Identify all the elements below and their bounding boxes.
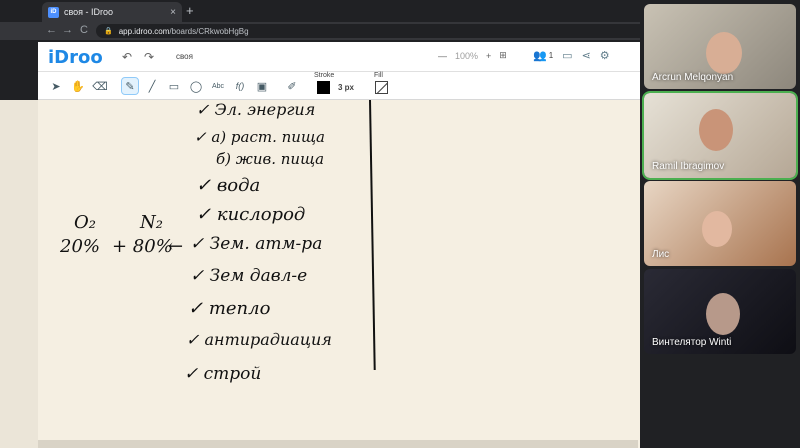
zoom-value[interactable]: 100% [455,51,478,61]
idroo-logo[interactable]: iDroo [48,47,103,68]
handwritten-arrow-icon: ← [168,236,184,257]
board-item-2: ✓ а) раст. пища [194,128,325,146]
color-picker-icon[interactable]: ✐ [284,78,300,94]
eraser-icon[interactable]: ⌫ [92,78,108,94]
zoom-in-button[interactable]: + [486,51,491,61]
drawing-toolbar: ➤ ✋ ⌫ ✎ ╱ ▭ ◯ Abc f() ▣ ✐ Stroke 3 px Fi… [38,72,658,100]
canvas-horizontal-scrollbar[interactable] [38,440,638,448]
board-name[interactable]: своя [176,52,193,61]
share-icon[interactable]: ⋖ [582,49,591,62]
url-path: /boards/CRkwobHgBg [169,26,249,36]
participant-tile[interactable]: Arcrun Melqonyan [644,4,796,89]
board-item-6: ✓ Зем. атм-ра [190,234,323,254]
undo-icon[interactable]: ↶ [122,50,132,64]
o2-percent: 20% [60,236,101,257]
pen-icon[interactable]: ✎ [121,77,139,95]
participant-video [702,211,732,247]
video-call-panel: Arcrun Melqonyan Ramil Ibragimov Лис Вин… [640,0,800,448]
image-icon[interactable]: ▣ [254,78,270,94]
participant-name: Ramil Ibragimov [652,161,725,172]
participant-video [706,293,740,335]
app-header: iDroo ↶ ↷ своя — 100% + ⊞ 👥 1 ▭ ⋖ ⚙ [38,42,658,72]
board-item-8: ✓ тепло [188,298,271,319]
zoom-out-button[interactable]: — [438,51,447,61]
board-item-10: ✓ строй [184,364,262,384]
tab-title: своя - IDroo [64,7,114,17]
gas-n2-label: N₂ [140,212,163,233]
participants-count: 1 [548,51,554,60]
gas-o2-label: O₂ [74,212,96,233]
browser-tab[interactable]: iD своя - IDroo × [42,2,182,22]
new-tab-button[interactable]: + [186,3,194,18]
url-host: app.idroo.com [118,26,170,36]
stroke-label: Stroke [314,72,335,79]
board-item-3: б) жив. пища [216,150,325,168]
board-item-5: ✓ кислород [196,204,306,225]
handwritten-divider-line [369,100,376,370]
participant-name: Винтелятор Winti [652,337,732,348]
ellipse-icon[interactable]: ◯ [188,78,204,94]
board-item-7: ✓ Зем давл-е [190,266,308,286]
participant-name: Лис [652,249,670,260]
board-item-1: ✓ Эл. энергия [196,100,316,119]
idroo-favicon-icon: iD [48,6,59,18]
participant-tile[interactable]: Винтелятор Winti [644,269,796,354]
stroke-color-swatch[interactable] [317,81,330,94]
hand-icon[interactable]: ✋ [70,78,86,94]
header-actions: 👥 1 ▭ ⋖ ⚙ [533,49,610,62]
stroke-size[interactable]: 3 px [338,83,354,92]
fill-label: Fill [374,72,383,79]
whiteboard-canvas[interactable]: ✓ Эл. энергия ✓ а) раст. пища б) жив. пи… [38,100,658,448]
rectangle-icon[interactable]: ▭ [166,78,182,94]
participant-video [699,109,733,151]
participant-video [706,32,742,74]
redo-icon[interactable]: ↷ [144,50,154,64]
select-arrow-icon[interactable]: ➤ [48,78,64,94]
fit-screen-icon[interactable]: ⊞ [499,50,507,61]
forward-arrow-icon[interactable]: → [62,24,73,36]
lock-icon: 🔒 [104,28,113,35]
participant-tile[interactable]: Лис [644,181,796,266]
reload-icon[interactable]: C [80,24,88,36]
close-tab-icon[interactable]: × [170,7,176,18]
n2-percent: + 80% [112,236,173,257]
formula-tool[interactable]: f() [232,78,248,94]
screen: iD своя - IDroo × + ← → C 🔒 app.idroo.co… [0,0,800,448]
participants-icon[interactable]: 👥 [533,49,547,62]
chat-icon[interactable]: ▭ [562,49,572,62]
text-tool[interactable]: Abc [210,78,226,94]
zoom-control: — 100% + ⊞ [438,50,507,61]
back-arrow-icon[interactable]: ← [46,24,57,36]
board-item-4: ✓ вода [196,175,261,196]
settings-gear-icon[interactable]: ⚙ [600,49,610,62]
line-icon[interactable]: ╱ [144,78,160,94]
fill-color-swatch[interactable] [375,81,388,94]
canvas-margin [0,100,38,448]
participant-name: Arcrun Melqonyan [652,72,734,83]
board-item-9: ✓ антирадиация [186,330,332,349]
participant-tile[interactable]: Ramil Ibragimov [642,91,798,180]
